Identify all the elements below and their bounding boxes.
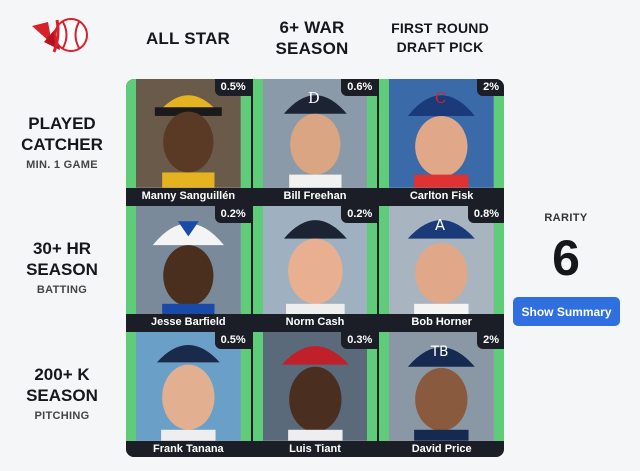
player-name: Carlton Fisk: [379, 187, 504, 204]
player-name: David Price: [379, 440, 504, 457]
player-name: Luis Tiant: [252, 440, 378, 457]
grid-cell[interactable]: A 0.8% Bob Horner: [379, 205, 504, 331]
svg-text:A: A: [435, 215, 446, 233]
grid-cell[interactable]: 0.5% Frank Tanana: [126, 332, 251, 457]
column-header-war-season-label: 6+ WAR SEASON: [275, 18, 349, 58]
rarity-score: 6: [552, 230, 580, 286]
row-header-catcher: PLAYED CATCHER MIN. 1 GAME: [6, 113, 118, 171]
player-name: Bob Horner: [379, 314, 504, 331]
percentage-badge: 0.8%: [467, 205, 504, 223]
baseball-logo-icon: [30, 14, 90, 58]
grid-cell[interactable]: C 2% Carlton Fisk: [379, 79, 504, 204]
percentage-badge: 0.3%: [341, 332, 378, 350]
svg-text:C: C: [435, 89, 446, 107]
grid-cell[interactable]: D 0.6% Bill Freehan: [252, 79, 378, 204]
column-header-war-season: 6+ WAR SEASON: [254, 14, 370, 62]
grid-cell[interactable]: TB 2% David Price: [379, 332, 504, 457]
column-header-all-star: ALL STAR: [145, 28, 231, 48]
percentage-badge: 0.5%: [214, 79, 251, 96]
row-header-strikeouts-title: 200+ K SEASON: [26, 365, 98, 405]
percentage-badge: 2%: [477, 79, 504, 96]
player-name: Manny Sanguillén: [126, 187, 251, 204]
player-photo: TB: [389, 332, 494, 441]
percentage-badge: 0.2%: [214, 205, 251, 223]
row-header-catcher-title: PLAYED CATCHER: [21, 114, 103, 154]
svg-text:D: D: [308, 89, 320, 107]
grid-cell[interactable]: 0.2% Jesse Barfield: [126, 205, 251, 331]
answer-grid: 0.5% Manny Sanguillén D 0.6% Bill Freeha…: [126, 79, 504, 457]
player-name: Norm Cash: [252, 314, 378, 331]
player-name: Bill Freehan: [252, 187, 378, 204]
grid-cell[interactable]: 0.3% Luis Tiant: [252, 332, 378, 457]
percentage-badge: 0.5%: [214, 332, 251, 350]
svg-text:TB: TB: [430, 344, 449, 360]
row-header-home-runs: 30+ HR SEASON BATTING: [6, 238, 118, 296]
row-header-strikeouts: 200+ K SEASON PITCHING: [6, 364, 118, 422]
percentage-badge: 0.6%: [341, 79, 378, 96]
percentage-badge: 0.2%: [341, 205, 378, 223]
grid-cell[interactable]: 0.5% Manny Sanguillén: [126, 79, 251, 204]
row-header-catcher-sub: MIN. 1 GAME: [26, 159, 98, 171]
row-header-strikeouts-sub: PITCHING: [34, 410, 90, 422]
player-photo: C: [389, 79, 494, 188]
percentage-badge: 2%: [477, 332, 504, 350]
row-header-home-runs-title: 30+ HR SEASON: [26, 239, 98, 279]
player-name: Jesse Barfield: [126, 314, 251, 331]
row-header-home-runs-sub: BATTING: [36, 284, 88, 296]
show-summary-button[interactable]: Show Summary: [513, 297, 620, 326]
grid-cell[interactable]: 0.2% Norm Cash: [252, 205, 378, 331]
column-header-draft-pick: FIRST ROUND DRAFT PICK: [391, 20, 489, 55]
player-name: Frank Tanana: [126, 440, 251, 457]
rarity-label: RARITY: [544, 212, 588, 224]
